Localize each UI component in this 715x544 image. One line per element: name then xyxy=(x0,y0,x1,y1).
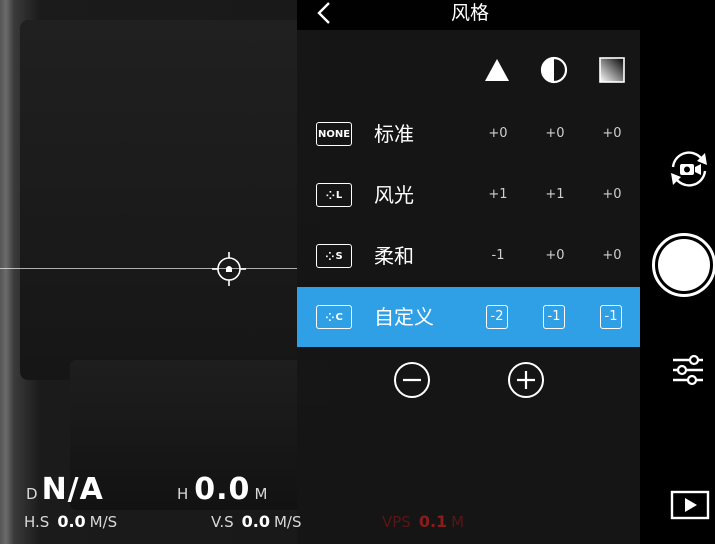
style-name: 标准 xyxy=(374,122,414,146)
vs-value: 0.0 xyxy=(241,512,270,531)
height-unit: M xyxy=(254,485,268,503)
distance-readout: D N/A xyxy=(26,472,104,507)
vertical-speed-readout: V.S 0.0 M/S xyxy=(211,512,302,531)
sharpness-value: +0 xyxy=(488,126,508,141)
style-custom-icon: ⁘ C xyxy=(316,305,352,329)
horizon-line xyxy=(0,268,300,269)
switch-camera-mode-icon[interactable] xyxy=(667,149,711,189)
vps-label: VPS xyxy=(382,513,411,531)
vs-label: V.S xyxy=(211,513,234,531)
sharpness-value-box[interactable]: -2 xyxy=(486,305,508,329)
style-name: 柔和 xyxy=(374,244,414,268)
contrast-value-box[interactable]: -1 xyxy=(543,305,565,329)
height-readout: H 0.0 M xyxy=(177,472,267,507)
hs-label: H.S xyxy=(24,513,50,531)
contrast-value: +0 xyxy=(545,126,565,141)
style-soft-icon: ⁘ S xyxy=(316,244,352,268)
contrast-icon xyxy=(540,56,568,84)
minus-icon[interactable] xyxy=(393,361,431,399)
sharpness-icon xyxy=(485,59,509,81)
vps-value: 0.1 xyxy=(418,512,448,531)
plus-icon[interactable] xyxy=(507,361,545,399)
style-row-standard[interactable]: NONE 标准 +0 +0 +0 xyxy=(297,104,640,164)
style-none-icon: NONE xyxy=(316,122,352,146)
height-label: H xyxy=(177,485,189,503)
style-landscape-icon: ⁘ L xyxy=(316,183,352,207)
sharpness-value: -1 xyxy=(491,248,505,263)
hs-value: 0.0 xyxy=(57,512,86,531)
settings-sliders-icon[interactable] xyxy=(670,352,706,388)
contrast-value: +0 xyxy=(545,248,565,263)
saturation-value: +0 xyxy=(602,187,622,202)
shutter-button-inner xyxy=(658,239,710,291)
height-value: 0.0 xyxy=(194,472,251,507)
feed-object xyxy=(20,20,320,380)
saturation-icon xyxy=(599,57,625,83)
page-title: 风格 xyxy=(450,2,489,24)
back-button[interactable] xyxy=(312,0,336,26)
contrast-value: +1 xyxy=(545,187,565,202)
playback-icon[interactable] xyxy=(670,490,710,520)
distance-label: D xyxy=(26,485,38,503)
vps-unit: M xyxy=(451,513,465,531)
saturation-value: +0 xyxy=(602,126,622,141)
saturation-value-box[interactable]: -1 xyxy=(600,305,622,329)
horizontal-speed-readout: H.S 0.0 M/S xyxy=(24,512,117,531)
chevron-left-icon xyxy=(317,2,330,24)
style-row-soft[interactable]: ⁘ S 柔和 -1 +0 +0 xyxy=(297,226,640,286)
style-name: 自定义 xyxy=(374,305,434,329)
sharpness-value: +1 xyxy=(488,187,508,202)
style-name: 风光 xyxy=(374,183,414,207)
style-row-custom[interactable]: ⁘ C 自定义 -2 -1 -1 xyxy=(297,287,640,347)
vps-readout: VPS 0.1 M xyxy=(382,512,464,531)
gimbal-reticle-icon xyxy=(212,252,246,286)
saturation-value: +0 xyxy=(602,248,622,263)
vs-unit: M/S xyxy=(273,513,302,531)
distance-value: N/A xyxy=(41,472,104,507)
shutter-button[interactable] xyxy=(652,233,715,297)
style-row-landscape[interactable]: ⁘ L 风光 +1 +1 +0 xyxy=(297,165,640,225)
hs-unit: M/S xyxy=(89,513,118,531)
